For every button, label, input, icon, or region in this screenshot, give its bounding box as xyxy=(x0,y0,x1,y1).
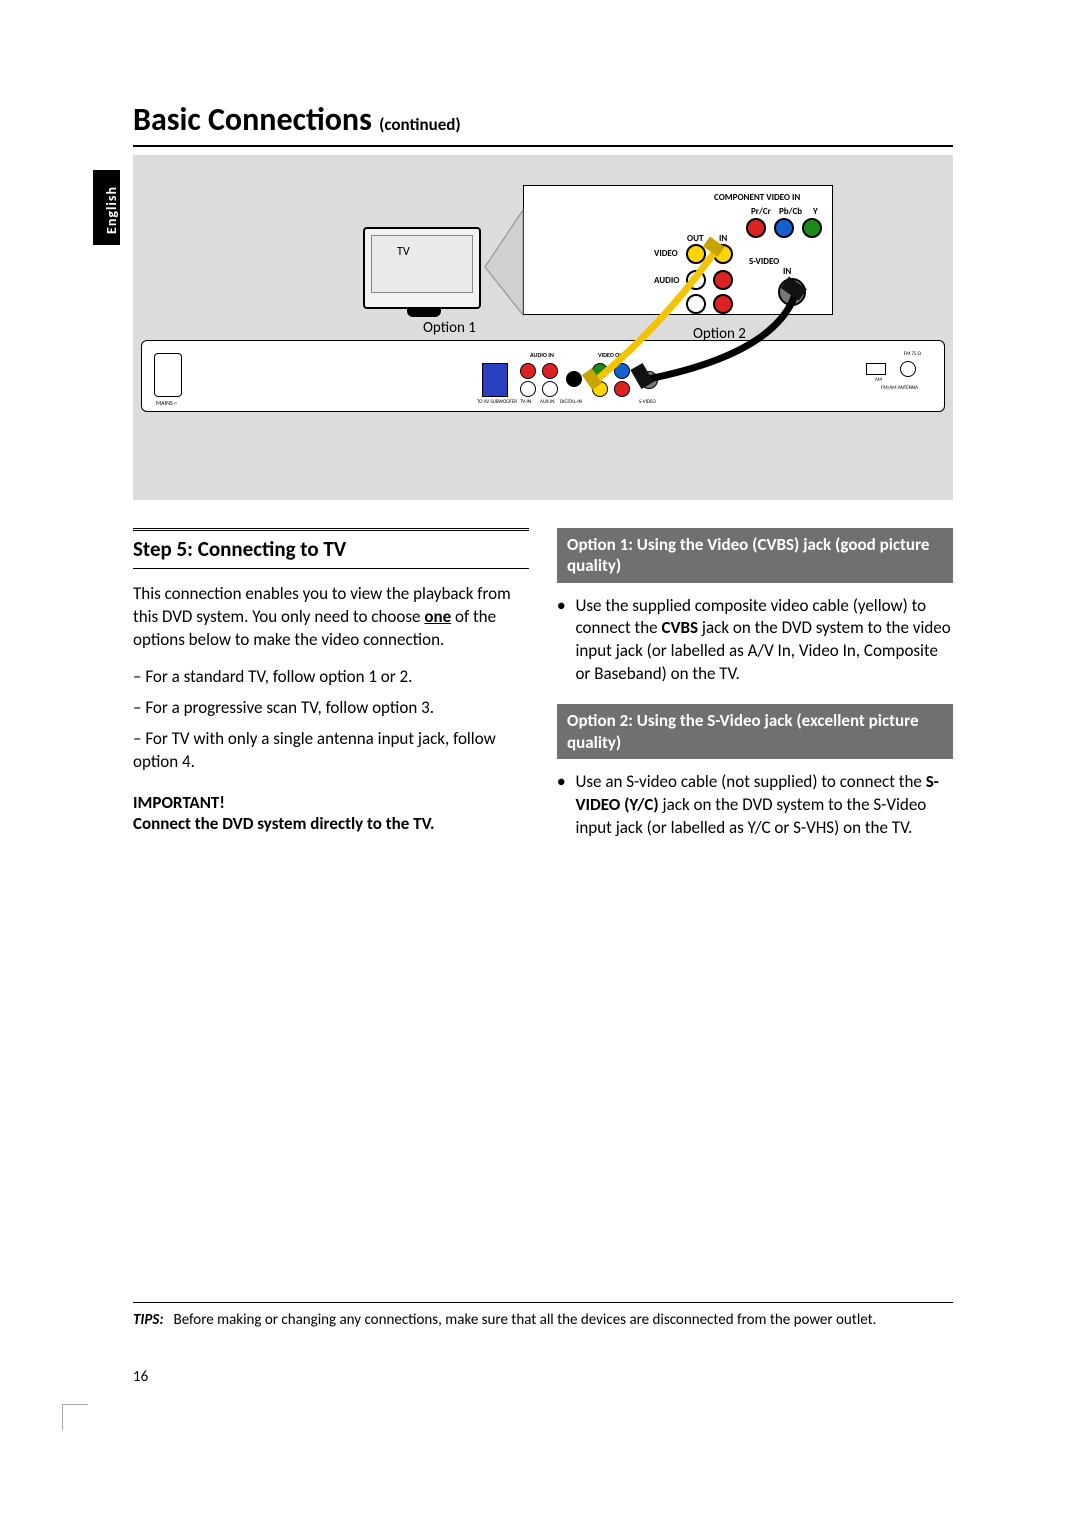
opt2-text-a: Use an S-video cable (not supplied) to c… xyxy=(575,771,925,792)
dash-item-2: For a progressive scan TV, follow option… xyxy=(133,697,529,720)
important-text: Connect the DVD system directly to the T… xyxy=(133,813,529,834)
option2-header: Option 2: Using the S-Video jack (excell… xyxy=(557,704,953,759)
crop-mark-icon xyxy=(62,1404,88,1430)
page-title: Basic Connections (continued) xyxy=(133,100,953,147)
title-continued: (continued) xyxy=(379,114,461,135)
important-block: IMPORTANT! Connect the DVD system direct… xyxy=(133,792,529,834)
two-column-body: Step 5: Connecting to TV This connection… xyxy=(133,528,953,854)
important-label: IMPORTANT! xyxy=(133,792,529,813)
step-heading: Step 5: Connecting to TV xyxy=(133,536,529,562)
left-column: Step 5: Connecting to TV This connection… xyxy=(133,528,529,854)
language-tab: English xyxy=(93,170,120,245)
dash-item-1: For a standard TV, follow option 1 or 2. xyxy=(133,666,529,689)
intro-paragraph: This connection enables you to view the … xyxy=(133,583,529,652)
option2-bullet: Use an S-video cable (not supplied) to c… xyxy=(557,771,953,840)
tips-label: TIPS: xyxy=(133,1311,164,1329)
option1-header: Option 1: Using the Video (CVBS) jack (g… xyxy=(557,528,953,583)
step-rule: Step 5: Connecting to TV xyxy=(133,528,529,569)
intro-one: one xyxy=(424,606,451,627)
language-label: English xyxy=(103,176,120,245)
tips-text: Before making or changing any connection… xyxy=(174,1311,877,1329)
connection-diagram: TV Option 1 Option 2 COMPONENT VIDEO IN … xyxy=(133,155,953,500)
cable-overlay xyxy=(133,155,953,500)
right-column: Option 1: Using the Video (CVBS) jack (g… xyxy=(557,528,953,854)
dash-item-3: For TV with only a single antenna input … xyxy=(133,728,529,774)
content-area: Basic Connections (continued) TV Option … xyxy=(133,100,953,854)
document-page: English Basic Connections (continued) TV… xyxy=(0,0,1080,1524)
tips-footer: TIPS: Before making or changing any conn… xyxy=(133,1302,953,1329)
page-number: 16 xyxy=(133,1368,148,1386)
opt1-cvbs: CVBS xyxy=(661,617,698,638)
title-main: Basic Connections xyxy=(133,100,372,139)
option1-bullet: Use the supplied composite video cable (… xyxy=(557,595,953,687)
